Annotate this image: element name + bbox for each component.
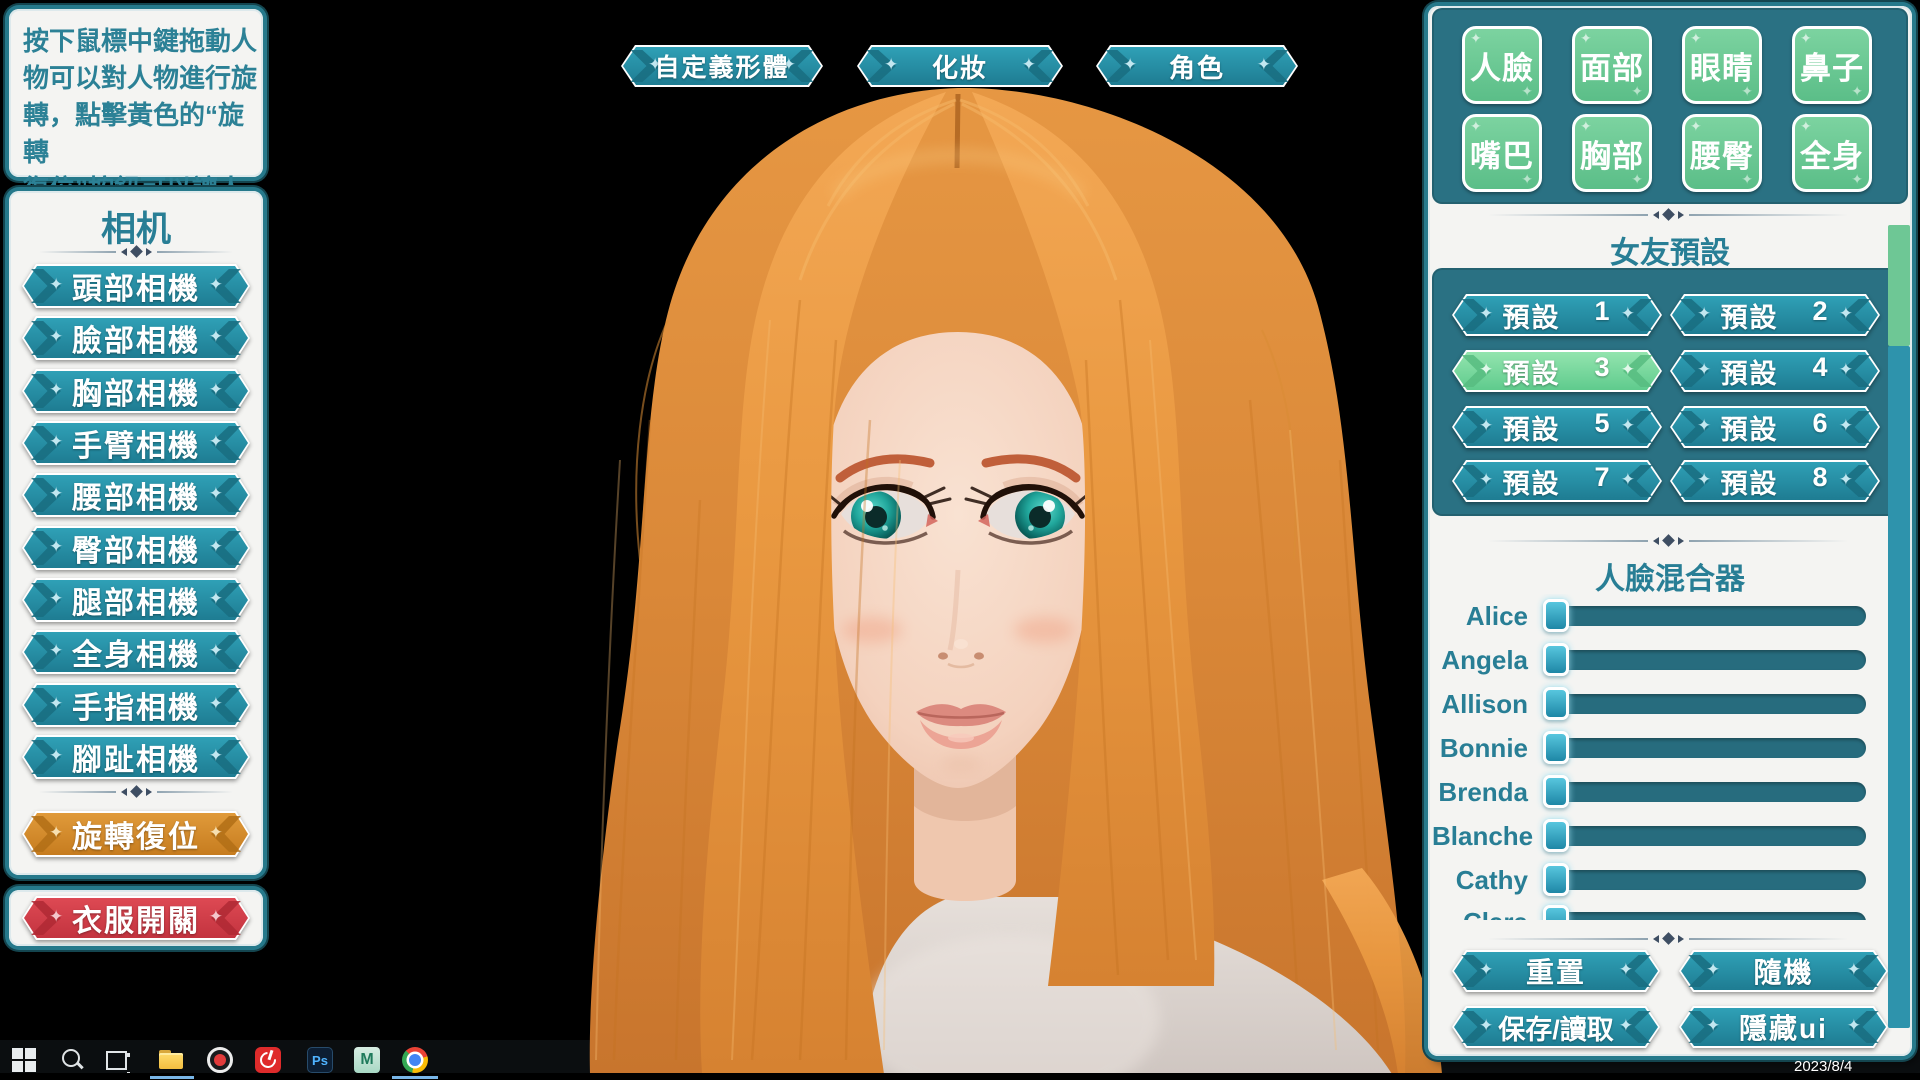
part-mouth-button[interactable]: 嘴巴 — [1462, 114, 1542, 192]
slider-thumb[interactable] — [1543, 687, 1569, 720]
preset-1-button[interactable]: 預設1 — [1452, 294, 1662, 336]
mixer-row-brenda: Brenda — [1432, 770, 1892, 814]
slider-track[interactable] — [1554, 694, 1866, 714]
mixer-row-clara: Clara — [1432, 900, 1892, 920]
camera-panel: 相机 頭部相機 臉部相機 胸部相機 手臂相機 腰部相機 臀部相機 — [9, 191, 263, 875]
divider-ornament — [1488, 210, 1848, 219]
preset-6-button[interactable]: 預設6 — [1670, 406, 1880, 448]
divider-ornament — [39, 247, 233, 256]
explorer-active-indicator — [150, 1076, 194, 1079]
camera-hip-button[interactable]: 臀部相機 — [22, 526, 250, 570]
slider-thumb[interactable] — [1543, 599, 1569, 632]
slider-track[interactable] — [1554, 870, 1866, 890]
rotation-reset-button[interactable]: 旋轉復位 — [22, 811, 250, 857]
hide-ui-button[interactable]: 隱藏ui — [1679, 1006, 1888, 1048]
part-chest-button[interactable]: 胸部 — [1572, 114, 1652, 192]
camera-waist-button[interactable]: 腰部相機 — [22, 473, 250, 517]
mixer-row-blanche: Blanche — [1432, 814, 1892, 858]
save-load-button[interactable]: 保存/讀取 — [1452, 1006, 1660, 1048]
mixer-row-angela: Angela — [1432, 638, 1892, 682]
camera-chest-button[interactable]: 胸部相機 — [22, 369, 250, 413]
camera-fullbody-button[interactable]: 全身相機 — [22, 630, 250, 674]
mixer-row-alice: Alice — [1432, 594, 1892, 638]
taskbar-date: 2023/8/4 — [1794, 1058, 1852, 1075]
slider-thumb[interactable] — [1543, 863, 1569, 896]
preset-8-button[interactable]: 預設8 — [1670, 460, 1880, 502]
preset-7-button[interactable]: 預設7 — [1452, 460, 1662, 502]
slider-thumb[interactable] — [1543, 775, 1569, 808]
mixer-row-allison: Allison — [1432, 682, 1892, 726]
screen-bottom-edge — [0, 1073, 1920, 1080]
camera-arm-button[interactable]: 手臂相機 — [22, 421, 250, 465]
preset-4-button[interactable]: 預設4 — [1670, 350, 1880, 392]
presets-title: 女友預設 — [1428, 228, 1912, 272]
face-mixer-list: Alice Angela Allison Bonnie Brenda — [1428, 594, 1912, 920]
clothes-toggle-button[interactable]: 衣服開關 — [22, 896, 250, 940]
slider-thumb[interactable] — [1543, 905, 1569, 920]
camera-toe-button[interactable]: 腳趾相機 — [22, 735, 250, 779]
face-mixer-title: 人臉混合器 — [1428, 554, 1912, 598]
mixer-row-cathy: Cathy — [1432, 858, 1892, 902]
part-fullbody-button[interactable]: 全身 — [1792, 114, 1872, 192]
mixer-row-bonnie: Bonnie — [1432, 726, 1892, 770]
camera-head-button[interactable]: 頭部相機 — [22, 264, 250, 308]
camera-leg-button[interactable]: 腿部相機 — [22, 578, 250, 622]
camera-face-button[interactable]: 臉部相機 — [22, 316, 250, 360]
part-face-button[interactable]: 人臉 — [1462, 26, 1542, 104]
slider-track[interactable] — [1554, 826, 1866, 846]
slider-thumb[interactable] — [1543, 731, 1569, 764]
camera-finger-button[interactable]: 手指相機 — [22, 683, 250, 727]
slider-track[interactable] — [1554, 606, 1866, 626]
divider-ornament — [1488, 934, 1848, 943]
part-nose-button[interactable]: 鼻子 — [1792, 26, 1872, 104]
slider-thumb[interactable] — [1543, 643, 1569, 676]
part-facial-button[interactable]: 面部 — [1572, 26, 1652, 104]
slider-track[interactable] — [1554, 650, 1866, 670]
app-window: Ps M 2023/8/4 自定義形體 化妝 角色 按下鼠標中鍵拖動人 物可以對… — [0, 0, 1920, 1080]
slider-thumb[interactable] — [1543, 819, 1569, 852]
clothes-panel: 衣服開關 — [9, 890, 263, 946]
panel-scrollbar-track[interactable] — [1888, 346, 1910, 1028]
preset-5-button[interactable]: 預設5 — [1452, 406, 1662, 448]
random-button[interactable]: 隨機 — [1679, 950, 1888, 992]
preset-2-button[interactable]: 預設2 — [1670, 294, 1880, 336]
part-eyes-button[interactable]: 眼睛 — [1682, 26, 1762, 104]
divider-ornament — [1488, 536, 1848, 545]
reset-button[interactable]: 重置 — [1452, 950, 1660, 992]
slider-track[interactable] — [1554, 738, 1866, 758]
customization-panel: 人臉 面部 眼睛 鼻子 嘴巴 胸部 腰臀 全身 女友預設 預設1 預設2 預設3… — [1428, 6, 1912, 1056]
chrome-active-indicator — [392, 1076, 438, 1079]
part-waist-hip-button[interactable]: 腰臀 — [1682, 114, 1762, 192]
divider-ornament — [39, 787, 233, 796]
instruction-panel: 按下鼠標中鍵拖動人 物可以對人物進行旋 轉，點擊黃色的“旋轉 復位”按鈕可以讓人… — [9, 9, 263, 177]
panel-scrollbar-thumb[interactable] — [1888, 225, 1910, 346]
preset-3-button-selected[interactable]: 預設3 — [1452, 350, 1662, 392]
slider-track[interactable] — [1554, 912, 1866, 920]
slider-track[interactable] — [1554, 782, 1866, 802]
